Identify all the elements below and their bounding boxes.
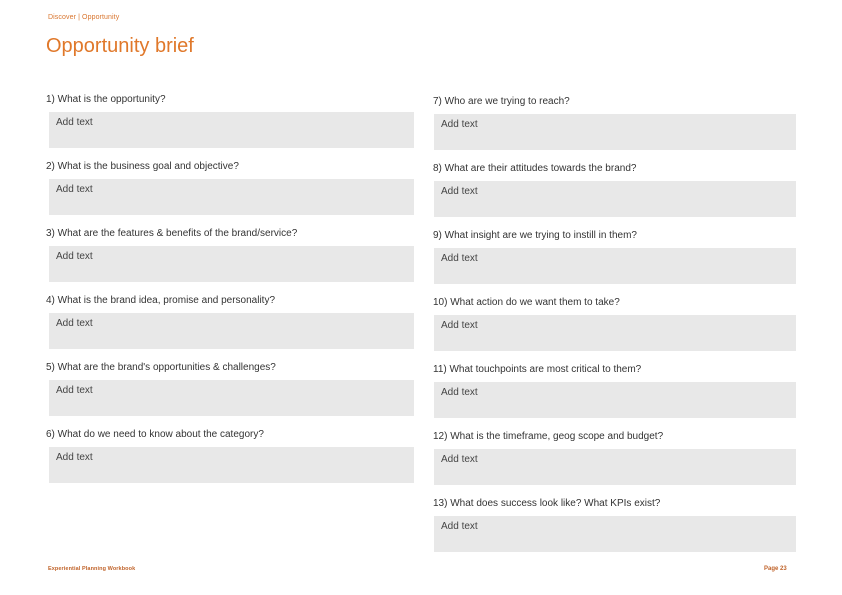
question-5-label: 5) What are the brand's opportunities & … [46,362,276,373]
question-8-label: 8) What are their attitudes towards the … [433,163,637,174]
question-11-label: 11) What touchpoints are most critical t… [433,364,642,375]
question-1-label: 1) What is the opportunity? [46,94,166,105]
answer-7-field[interactable]: Add text [434,114,796,150]
page-title: Opportunity brief [46,35,194,57]
footer-document-name: Experiential Planning Workbook [48,566,136,572]
answer-9-field[interactable]: Add text [434,248,796,284]
answer-8-field[interactable]: Add text [434,181,796,217]
breadcrumb: Discover | Opportunity [48,14,120,21]
question-10-label: 10) What action do we want them to take? [433,297,620,308]
answer-11-field[interactable]: Add text [434,382,796,418]
answer-2-field[interactable]: Add text [49,179,414,215]
question-12-label: 12) What is the timeframe, geog scope an… [433,431,664,442]
question-3-label: 3) What are the features & benefits of t… [46,228,298,239]
question-6-label: 6) What do we need to know about the cat… [46,429,264,440]
footer-page-number: Page 23 [764,566,787,572]
question-9-label: 9) What insight are we trying to instill… [433,230,637,241]
question-2-label: 2) What is the business goal and objecti… [46,161,239,172]
answer-6-field[interactable]: Add text [49,447,414,483]
question-7-label: 7) Who are we trying to reach? [433,96,570,107]
answer-1-field[interactable]: Add text [49,112,414,148]
answer-10-field[interactable]: Add text [434,315,796,351]
answer-5-field[interactable]: Add text [49,380,414,416]
answer-3-field[interactable]: Add text [49,246,414,282]
answer-12-field[interactable]: Add text [434,449,796,485]
answer-4-field[interactable]: Add text [49,313,414,349]
question-13-label: 13) What does success look like? What KP… [433,498,661,509]
question-4-label: 4) What is the brand idea, promise and p… [46,295,276,306]
answer-13-field[interactable]: Add text [434,516,796,552]
